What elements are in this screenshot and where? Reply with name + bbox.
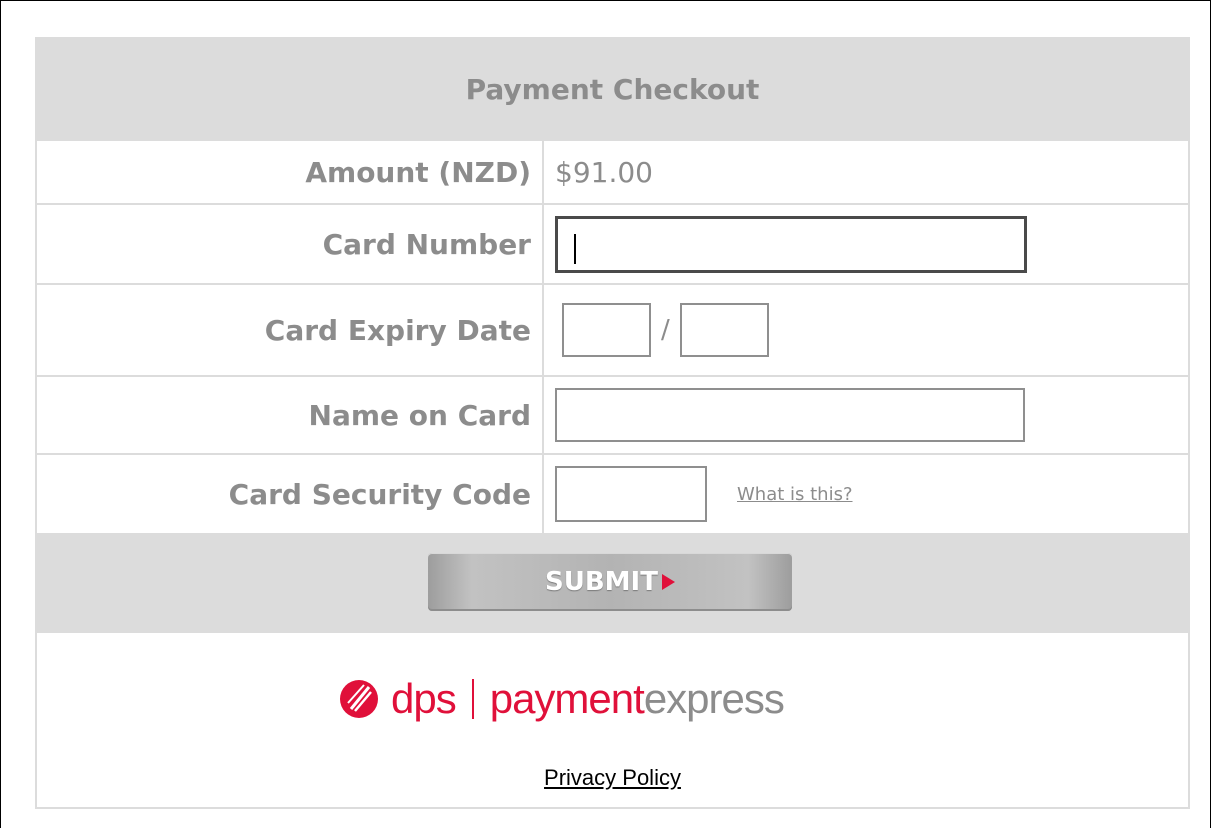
text-caret — [574, 233, 576, 264]
name-on-card-input[interactable] — [555, 388, 1025, 442]
security-code-label: Card Security Code — [37, 455, 544, 533]
submit-label: SUBMIT — [545, 567, 658, 597]
card-number-label: Card Number — [37, 205, 544, 283]
expiry-month-input[interactable] — [562, 303, 651, 357]
dps-logo-icon — [340, 680, 378, 718]
security-code-row: Card Security Code What is this? — [37, 453, 1188, 533]
amount-label: Amount (NZD) — [37, 141, 544, 203]
card-number-wrapper — [555, 215, 1027, 273]
what-is-this-link[interactable]: What is this? — [737, 484, 853, 505]
expiry-cell: / — [544, 285, 1188, 375]
dps-payment-express-logo: dps payment express — [339, 669, 899, 729]
payment-checkout-panel: Payment Checkout Amount (NZD) $91.00 Car… — [35, 37, 1190, 809]
name-row: Name on Card — [37, 375, 1188, 453]
expiry-row: Card Expiry Date / — [37, 283, 1188, 375]
expiry-label: Card Expiry Date — [37, 285, 544, 375]
privacy-policy-container: Privacy Policy — [37, 765, 1188, 791]
card-number-row: Card Number — [37, 203, 1188, 283]
card-number-input[interactable] — [555, 215, 1027, 273]
submit-button[interactable]: SUBMIT — [428, 553, 792, 611]
expiry-separator: / — [661, 315, 670, 345]
play-arrow-icon — [661, 574, 675, 590]
security-code-cell: What is this? — [544, 455, 1188, 533]
amount-row: Amount (NZD) $91.00 — [37, 139, 1188, 203]
card-number-cell — [544, 205, 1188, 283]
logo-express-text: express — [643, 675, 785, 722]
expiry-year-input[interactable] — [679, 303, 769, 357]
amount-cell: $91.00 — [544, 141, 1188, 203]
name-label: Name on Card — [37, 377, 544, 453]
page-frame: Payment Checkout Amount (NZD) $91.00 Car… — [0, 0, 1211, 828]
privacy-policy-link[interactable]: Privacy Policy — [544, 765, 681, 790]
name-cell — [544, 377, 1188, 453]
security-code-input[interactable] — [555, 466, 707, 522]
logo-dps-text: dps — [391, 675, 457, 722]
submit-row: SUBMIT — [37, 533, 1188, 633]
page-title: Payment Checkout — [37, 39, 1188, 139]
logo-divider — [471, 679, 474, 719]
logo-payment-text: payment — [489, 675, 645, 722]
amount-value: $91.00 — [555, 155, 653, 189]
